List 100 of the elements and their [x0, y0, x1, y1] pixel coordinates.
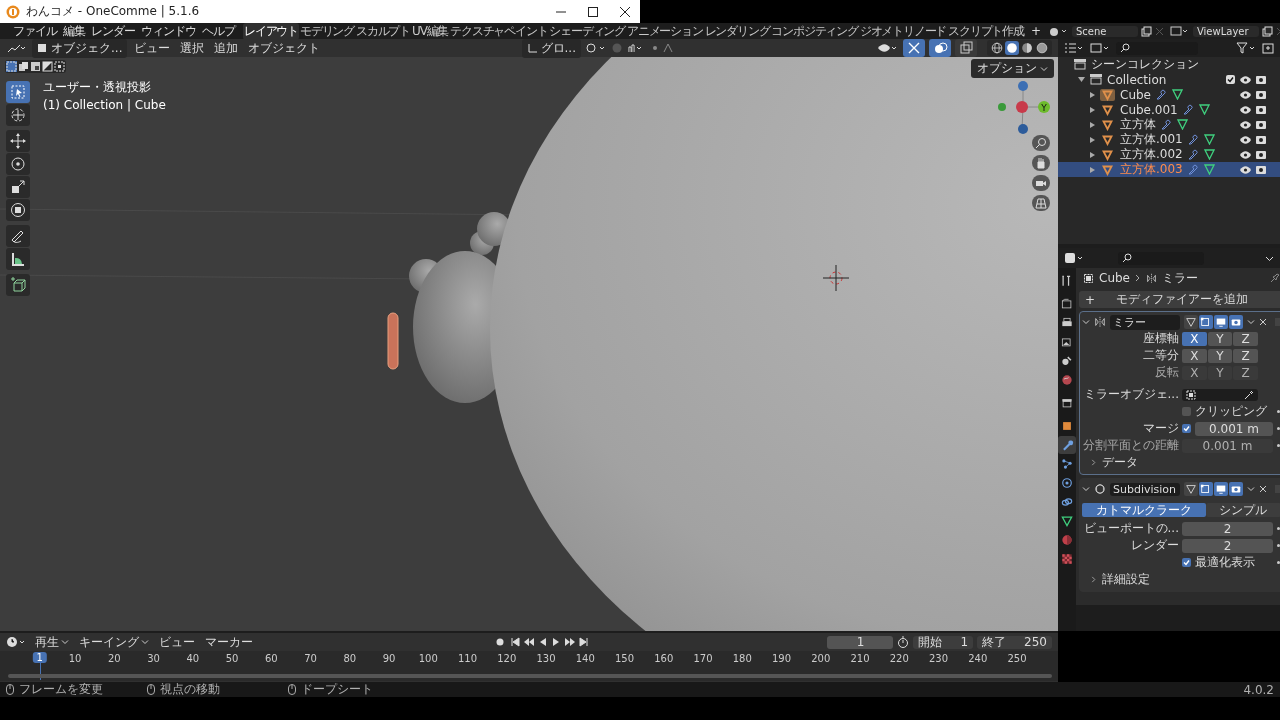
- wrench-icon[interactable]: [1058, 436, 1076, 455]
- maximize-icon[interactable]: [588, 6, 598, 17]
- collapsed-arrow-icon[interactable]: [1090, 166, 1095, 173]
- view-layer-field[interactable]: ViewLayer: [1192, 25, 1259, 37]
- duplicate-icon[interactable]: [1261, 25, 1273, 37]
- subdivision-type-tab[interactable]: カトマルクラーク: [1082, 502, 1206, 517]
- eye-icon[interactable]: [1240, 105, 1251, 114]
- camera-icon[interactable]: [1256, 105, 1266, 115]
- keyframe-dot[interactable]: [1277, 427, 1280, 431]
- eye-icon[interactable]: [1240, 165, 1251, 174]
- collapsed-arrow-icon[interactable]: [1090, 151, 1095, 158]
- camera-icon[interactable]: [1256, 90, 1266, 100]
- axis-toggle[interactable]: Z: [1233, 348, 1258, 363]
- menu-item[interactable]: レンダー: [89, 22, 137, 40]
- end-frame-field[interactable]: 終了 250: [977, 635, 1052, 649]
- subpanel-header[interactable]: 詳細設定: [1082, 571, 1280, 589]
- workspace-tab[interactable]: ジオメトリノード: [858, 22, 948, 40]
- camera-icon[interactable]: [1256, 165, 1266, 175]
- add-modifier-button[interactable]: + モディファイアーを追加: [1079, 291, 1280, 309]
- axis-toggle[interactable]: X: [1182, 348, 1207, 363]
- collapsed-arrow-icon[interactable]: [1090, 106, 1095, 113]
- checkbox[interactable]: [1182, 558, 1191, 568]
- menu-item[interactable]: ビュー: [156, 633, 198, 651]
- keyframe-dot[interactable]: [1277, 444, 1280, 448]
- number-field[interactable]: 2: [1182, 521, 1273, 536]
- edit-mode-toggle[interactable]: [1199, 482, 1213, 497]
- playhead-frame[interactable]: 1: [32, 652, 47, 664]
- outliner-row[interactable]: Cube: [1058, 87, 1280, 103]
- subdivision-type-tab[interactable]: シンプル: [1205, 502, 1280, 517]
- menu-dropdown[interactable]: キーイング: [76, 633, 152, 651]
- triangle-vertices-toggle[interactable]: [1184, 482, 1198, 497]
- filter-icon[interactable]: [1236, 42, 1256, 55]
- eye-icon[interactable]: [1240, 135, 1251, 144]
- outliner-row[interactable]: 立方体.002: [1058, 147, 1280, 163]
- material-sphere-icon[interactable]: [1020, 41, 1034, 56]
- search-field[interactable]: [1116, 41, 1198, 55]
- search-field[interactable]: [1118, 251, 1204, 265]
- rotate-icon[interactable]: [6, 153, 30, 176]
- eyedropper-icon[interactable]: [1244, 389, 1254, 400]
- menu-dropdown[interactable]: 再生: [32, 633, 72, 651]
- scale-icon[interactable]: [6, 176, 30, 199]
- select-subtract-icon[interactable]: [30, 61, 41, 73]
- select-intersect-icon[interactable]: [54, 61, 65, 73]
- subpanel-header[interactable]: データ: [1082, 454, 1280, 472]
- workspace-tab[interactable]: コンポジティング: [770, 22, 859, 40]
- editor-type-icon[interactable]: [6, 42, 28, 55]
- rendered-sphere-icon[interactable]: [1035, 41, 1049, 56]
- checkbox[interactable]: [1226, 75, 1235, 85]
- eye-icon[interactable]: [1240, 90, 1251, 99]
- new-collection-icon[interactable]: [1262, 42, 1274, 55]
- modifier-name-field[interactable]: ミラー: [1110, 314, 1180, 330]
- collapsed-arrow-icon[interactable]: [1090, 121, 1095, 128]
- overlay-toggle[interactable]: [929, 39, 951, 58]
- outliner-item[interactable]: Collection: [1107, 72, 1167, 87]
- gizmo-toggle[interactable]: [903, 39, 925, 58]
- keyframe-dot[interactable]: [1277, 561, 1280, 565]
- duplicate-icon[interactable]: [1140, 25, 1152, 37]
- outliner-row[interactable]: Cube.001: [1058, 102, 1280, 118]
- menu-item[interactable]: 編集: [61, 22, 87, 40]
- editor-type-icon[interactable]: [1064, 252, 1084, 265]
- workspace-tab[interactable]: シェーディング: [548, 22, 627, 40]
- pin-icon[interactable]: [1270, 273, 1280, 284]
- axis-toggle[interactable]: Y: [1207, 348, 1233, 363]
- play-reverse-icon[interactable]: [538, 637, 549, 648]
- menu-item[interactable]: 追加: [211, 39, 242, 57]
- add-cube-icon[interactable]: [6, 274, 30, 297]
- add-workspace-button[interactable]: +: [1024, 24, 1047, 39]
- modifier-name-field[interactable]: Subdivision: [1110, 482, 1180, 496]
- menu-item[interactable]: ビュー: [131, 39, 174, 57]
- camera-icon[interactable]: [1256, 120, 1266, 130]
- axis-toggle[interactable]: X: [1182, 331, 1207, 346]
- select-box-icon[interactable]: [6, 81, 30, 104]
- number-field[interactable]: 2: [1182, 538, 1273, 553]
- collapsed-arrow-icon[interactable]: [1090, 136, 1095, 143]
- display-mode-icon[interactable]: [1090, 42, 1110, 55]
- keyframe-dot[interactable]: [1277, 527, 1280, 531]
- orientation-dropdown[interactable]: グロ...: [521, 39, 581, 58]
- workspace-tab[interactable]: スクリプト作成: [947, 22, 1025, 40]
- menu-item[interactable]: マーカー: [202, 633, 256, 651]
- next-keyframe-icon[interactable]: [564, 637, 577, 648]
- ruler-icon[interactable]: [6, 248, 30, 271]
- mode-dropdown[interactable]: オブジェク...: [32, 39, 128, 58]
- visibility-icon[interactable]: [877, 42, 899, 55]
- scene-field[interactable]: Scene: [1071, 25, 1138, 37]
- camera-icon[interactable]: [1256, 150, 1266, 160]
- scene-icon[interactable]: [1048, 25, 1069, 38]
- checkbox[interactable]: [1182, 407, 1191, 417]
- stopwatch-icon[interactable]: [897, 636, 910, 649]
- camera-icon[interactable]: [1256, 135, 1266, 145]
- workspace-tab[interactable]: モデリング: [299, 22, 356, 40]
- object-field[interactable]: [1182, 388, 1258, 401]
- wireframe-sphere-icon[interactable]: [990, 41, 1004, 56]
- workspace-tab[interactable]: レンダリング: [703, 22, 771, 40]
- outliner-item[interactable]: シーンコレクション: [1091, 56, 1199, 74]
- navigation-gizmo[interactable]: Y: [995, 79, 1051, 136]
- eye-icon[interactable]: [1240, 75, 1251, 84]
- current-frame-field[interactable]: 1: [827, 635, 894, 649]
- camera-toggle[interactable]: [1229, 482, 1243, 497]
- close-icon[interactable]: [620, 6, 630, 17]
- axis-toggle[interactable]: Y: [1207, 331, 1233, 346]
